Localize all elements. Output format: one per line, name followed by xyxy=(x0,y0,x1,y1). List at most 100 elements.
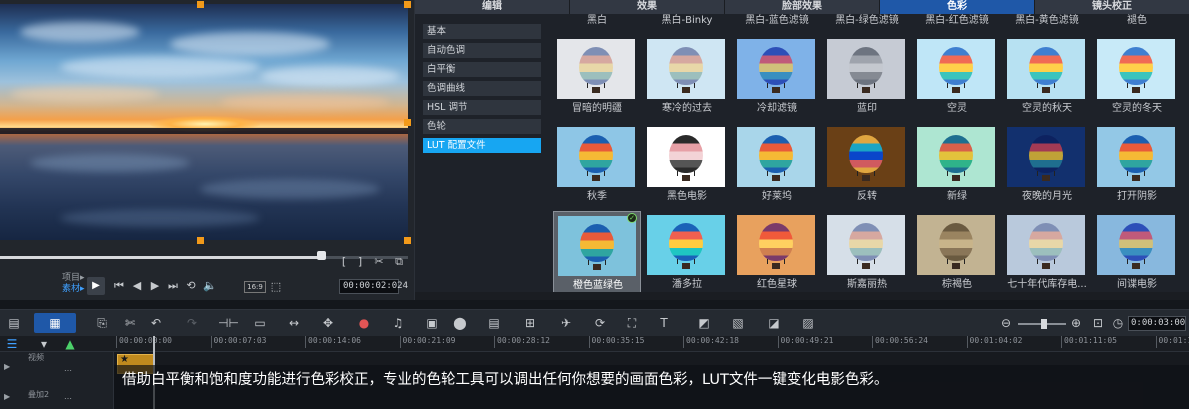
mark-in-icon[interactable]: [ xyxy=(338,255,350,269)
title-icon[interactable]: ▤ xyxy=(486,315,502,331)
preset-partial-label[interactable]: 黑白-Binky xyxy=(643,14,731,28)
scissors-icon[interactable]: ✂ xyxy=(372,255,386,269)
resolution-selector[interactable]: 16:9 xyxy=(244,281,266,293)
lut-preset-tile[interactable]: 反转 xyxy=(823,123,911,205)
timeline-ruler[interactable]: ☰ ▾ ▲ 00:00:00:00 00:00:07:03 00:00:14:06 0… xyxy=(0,336,1189,352)
fit-project-icon[interactable]: ⊡ xyxy=(1090,315,1106,331)
category-white-balance[interactable]: 白平衡 xyxy=(423,62,541,77)
focus-icon[interactable]: ⛶ xyxy=(624,315,640,331)
preset-partial-label[interactable]: 黑白-蓝色滤镜 xyxy=(733,14,821,28)
split-icon[interactable]: ↔ xyxy=(286,315,302,331)
preview-video-frame[interactable] xyxy=(0,4,408,240)
lut-preset-tile[interactable]: 秋季 xyxy=(553,123,641,205)
lut-preset-tile[interactable]: 夜晚的月光 xyxy=(1003,123,1091,205)
lut-preset-tile[interactable]: 七十年代库存电... xyxy=(1003,211,1091,293)
lut-preset-tile[interactable]: 空灵的秋天 xyxy=(1003,35,1091,117)
storyboard-view-icon[interactable]: ▤ xyxy=(6,315,22,331)
move-icon[interactable]: ✥ xyxy=(320,315,336,331)
clip-mode-label[interactable]: 素材▸ xyxy=(62,284,85,295)
image-icon[interactable]: ◪ xyxy=(766,315,782,331)
preset-thumbnail xyxy=(557,127,635,187)
lut-preset-tile[interactable]: 空灵 xyxy=(913,35,1001,117)
lut-preset-tile[interactable]: 蓝印 xyxy=(823,35,911,117)
project-clip-mode[interactable]: 项目▸ 素材▸ xyxy=(62,273,85,295)
video-track-label: 视频 xyxy=(28,353,44,362)
undo-icon[interactable]: ↶ xyxy=(148,315,164,331)
lut-preset-tile[interactable]: 棕褐色 xyxy=(913,211,1001,293)
zoom-out-icon[interactable]: ⊖ xyxy=(998,315,1014,331)
category-auto-tone[interactable]: 自动色调 xyxy=(423,43,541,58)
enlarge-icon[interactable]: ⧉ xyxy=(392,255,406,269)
play-icon[interactable]: ▶ xyxy=(87,277,105,295)
preset-partial-label[interactable]: 黑白-黄色滤镜 xyxy=(1003,14,1091,28)
tab-face-effects[interactable]: 脸部效果 xyxy=(725,0,880,14)
mark-out-icon[interactable]: ] xyxy=(354,255,366,269)
preset-thumbnail xyxy=(1097,39,1175,99)
record-icon[interactable]: ● xyxy=(356,315,372,331)
3d-title-icon[interactable]: T xyxy=(656,315,672,331)
step-back-icon[interactable]: ◀ xyxy=(131,279,143,293)
category-basic[interactable]: 基本 xyxy=(423,24,541,39)
lut-preset-tile[interactable]: 黑色电影 xyxy=(643,123,731,205)
lut-preset-tile[interactable]: 寒冷的过去 xyxy=(643,35,731,117)
chapters-icon[interactable]: ▣ xyxy=(424,315,440,331)
lut-preset-tile[interactable]: 橙色蓝绿色 ✓ xyxy=(553,211,641,293)
category-tone-curve[interactable]: 色调曲线 xyxy=(423,81,541,96)
preview-timecode[interactable]: 00:00:02:024 xyxy=(339,279,408,294)
mask-icon[interactable]: ⬤ xyxy=(452,315,468,331)
redo-icon[interactable]: ↷ xyxy=(184,315,200,331)
color-grade-icon[interactable]: ◩ xyxy=(696,315,712,331)
lut-preset-tile[interactable]: 新绿 xyxy=(913,123,1001,205)
prev-icon[interactable]: ⏮ xyxy=(113,279,125,293)
transition-icon[interactable]: ⟳ xyxy=(592,315,608,331)
category-color-wheel[interactable]: 色轮 xyxy=(423,119,541,134)
lut-preset-tile[interactable]: 好莱坞 xyxy=(733,123,821,205)
timeline-timecode[interactable]: 0:00:03:00 xyxy=(1128,316,1186,331)
zoom-slider-handle[interactable] xyxy=(1041,319,1048,329)
audio-icon[interactable]: ♫ xyxy=(390,315,406,331)
add-marker-icon[interactable]: ▾ xyxy=(36,336,52,352)
clock-icon[interactable]: ◷ xyxy=(1110,315,1126,331)
gif-icon[interactable]: ▨ xyxy=(800,315,816,331)
lut-preset-tile[interactable]: 斯嘉丽热 xyxy=(823,211,911,293)
repeat-icon[interactable]: ⟲ xyxy=(185,279,197,293)
step-forward-icon[interactable]: ▶ xyxy=(149,279,161,293)
tools-icon[interactable]: ✄ xyxy=(122,315,138,331)
next-icon[interactable]: ⏭ xyxy=(167,279,179,293)
video-track-icon: ▶ xyxy=(4,362,11,371)
lut-preset-tile[interactable]: 潘多拉 xyxy=(643,211,731,293)
overlay-options-icon[interactable]: … xyxy=(64,392,72,401)
paste-icon[interactable]: ⎘ xyxy=(94,315,110,331)
lut-preset-tile[interactable]: 间谍电影 xyxy=(1093,211,1181,293)
fit-icon[interactable]: ▭ xyxy=(252,315,268,331)
preset-partial-label[interactable]: 黑白-绿色滤镜 xyxy=(823,14,911,28)
multicam-icon[interactable]: ⊞ xyxy=(522,315,538,331)
tab-lens-correction[interactable]: 镜头校正 xyxy=(1035,0,1189,14)
preset-partial-label[interactable]: 黑白 xyxy=(553,14,641,28)
tab-color[interactable]: 色彩 xyxy=(880,0,1035,14)
project-mode-label[interactable]: 项目▸ xyxy=(62,273,85,284)
preset-partial-label[interactable]: 黑白-红色滤镜 xyxy=(913,14,1001,28)
playback-scrubber[interactable] xyxy=(0,256,322,259)
volume-icon[interactable]: 🔈 xyxy=(203,279,217,293)
trim-icon[interactable]: ⊣⊢ xyxy=(218,315,239,331)
track-manager-icon[interactable]: ☰ xyxy=(4,336,20,352)
category-lut-profile[interactable]: LUT 配置文件 xyxy=(423,138,541,153)
scrubber-handle[interactable] xyxy=(317,251,326,260)
motion-icon[interactable]: ✈ xyxy=(558,315,574,331)
lut-preset-tile[interactable]: 冒暗的明疆 xyxy=(553,35,641,117)
chapter-marker-icon[interactable]: ▲ xyxy=(62,336,78,352)
lut-preset-tile[interactable]: 打开阴影 xyxy=(1093,123,1181,205)
crop-icon[interactable]: ⬚ xyxy=(269,280,283,294)
category-hsl[interactable]: HSL 调节 xyxy=(423,100,541,115)
lut-preset-tile[interactable]: 空灵的冬天 xyxy=(1093,35,1181,117)
zoom-in-icon[interactable]: ⊕ xyxy=(1068,315,1084,331)
tab-edit[interactable]: 编辑 xyxy=(415,0,570,14)
tab-effects[interactable]: 效果 xyxy=(570,0,725,14)
preset-partial-label[interactable]: 褪色 xyxy=(1093,14,1181,28)
track-options-icon[interactable]: … xyxy=(64,364,72,373)
star-icon: ★ xyxy=(120,354,129,365)
lut-preset-tile[interactable]: 红色星球 xyxy=(733,211,821,293)
blend-icon[interactable]: ▧ xyxy=(730,315,746,331)
lut-preset-tile[interactable]: 冷却滤镜 xyxy=(733,35,821,117)
